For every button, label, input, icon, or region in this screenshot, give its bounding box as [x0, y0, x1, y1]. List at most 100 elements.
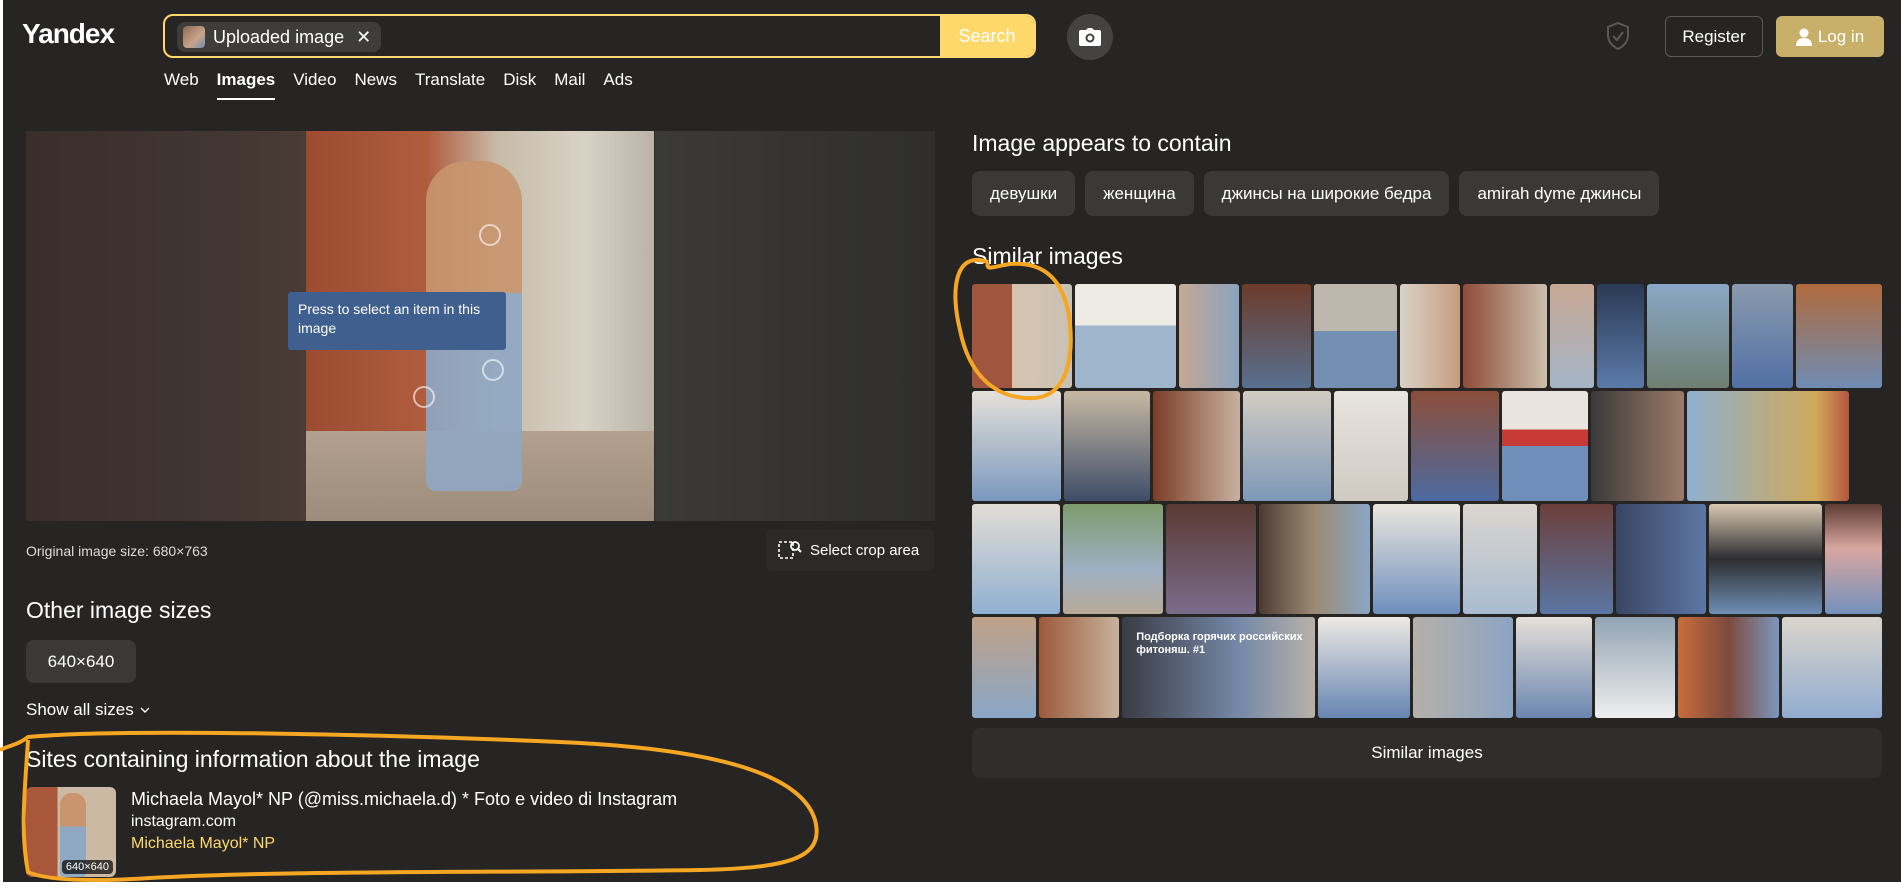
crop-label: Select crop area: [810, 541, 920, 559]
show-all-label: Show all sizes: [26, 700, 134, 719]
tag-pill[interactable]: джинсы на широкие бедра: [1203, 171, 1450, 216]
similar-image-thumb[interactable]: [1038, 617, 1120, 718]
similar-image-thumb[interactable]: [1075, 284, 1177, 388]
sites-heading: Sites containing information about the i…: [26, 746, 480, 772]
login-button[interactable]: Log in: [1776, 16, 1884, 57]
other-sizes-heading: Other image sizes: [26, 597, 212, 623]
grid-row: Подборка горячих российских фитоняш. #1: [972, 617, 1883, 718]
similar-image-thumb[interactable]: [1502, 391, 1588, 501]
image-contains-heading: Image appears to contain: [972, 130, 1232, 156]
crop-select-icon: [778, 541, 802, 559]
site-thumbnail[interactable]: 640×640: [26, 787, 116, 877]
show-all-sizes-link[interactable]: Show all sizes: [26, 700, 150, 720]
tag-pill[interactable]: женщина: [1085, 171, 1194, 216]
tab-video[interactable]: Video: [293, 70, 336, 100]
similar-image-thumb[interactable]: [1400, 284, 1460, 388]
preview-blur-left: [26, 131, 306, 521]
tag-pill[interactable]: amirah dyme джинсы: [1459, 171, 1660, 216]
similar-image-thumb[interactable]: [1549, 284, 1594, 388]
similar-image-thumb[interactable]: [1412, 617, 1514, 718]
similar-image-thumb[interactable]: Подборка горячих российских фитоняш. #1: [1122, 617, 1316, 718]
similar-image-thumb[interactable]: [1314, 284, 1398, 388]
register-button[interactable]: Register: [1665, 16, 1763, 57]
thumb-size-badge: 640×640: [61, 860, 113, 874]
similar-image-thumb[interactable]: [1334, 391, 1408, 501]
tab-disk[interactable]: Disk: [503, 70, 536, 100]
site-result-subtitle: Michaela Mayol* NP: [131, 835, 276, 852]
thumb-caption: Подборка горячих российских фитоняш. #1: [1136, 631, 1303, 656]
grid-row: [972, 504, 1882, 614]
similar-image-thumb[interactable]: [1616, 504, 1706, 614]
similar-image-thumb[interactable]: [1732, 284, 1793, 388]
similar-image-thumb[interactable]: [1318, 617, 1410, 718]
tab-web[interactable]: Web: [164, 70, 199, 100]
tab-ads[interactable]: Ads: [603, 70, 632, 100]
original-image-size: Original image size: 680×763: [26, 543, 208, 559]
tab-mail[interactable]: Mail: [554, 70, 585, 100]
site-result-domain[interactable]: instagram.com: [131, 813, 236, 831]
similar-image-thumb[interactable]: [1596, 284, 1645, 388]
camera-icon: [1079, 28, 1101, 46]
similar-image-thumb[interactable]: [1462, 284, 1547, 388]
chevron-down-icon: [140, 707, 150, 713]
tag-list: девушки женщина джинсы на широкие бедра …: [972, 171, 1660, 216]
similar-image-thumb[interactable]: [972, 284, 1073, 388]
select-crop-area-button[interactable]: Select crop area: [766, 529, 934, 571]
similar-image-thumb[interactable]: [972, 504, 1060, 614]
similar-images-grid: Подборка горячих российских фитоняш. #1: [972, 284, 1883, 721]
similar-image-thumb[interactable]: [1516, 617, 1592, 718]
similar-image-thumb[interactable]: [1591, 391, 1684, 501]
yandex-images-page: Yandex Uploaded image ✕ Search Register …: [3, 0, 1901, 882]
login-label: Log in: [1817, 26, 1865, 46]
shield-icon[interactable]: [1606, 22, 1630, 50]
object-hotspot[interactable]: [413, 386, 435, 408]
grid-row: [972, 391, 1882, 501]
similar-image-thumb[interactable]: [1708, 504, 1823, 614]
similar-image-thumb[interactable]: [1678, 617, 1779, 718]
similar-image-thumb[interactable]: [1539, 504, 1614, 614]
similar-image-thumb[interactable]: [1795, 284, 1883, 388]
service-tabs: Web Images Video News Translate Disk Mai…: [164, 70, 633, 100]
similar-image-thumb[interactable]: [1259, 504, 1370, 614]
size-option[interactable]: 640×640: [26, 640, 136, 683]
preview-blur-right: [655, 131, 935, 521]
similar-image-thumb[interactable]: [1179, 284, 1239, 388]
similar-image-thumb[interactable]: [1243, 391, 1331, 501]
similar-images-button[interactable]: Similar images: [972, 728, 1882, 778]
tab-news[interactable]: News: [354, 70, 397, 100]
similar-image-thumb[interactable]: [972, 391, 1061, 501]
yandex-logo[interactable]: Yandex: [22, 18, 115, 50]
similar-image-thumb[interactable]: [1062, 504, 1163, 614]
similar-image-thumb[interactable]: [1165, 504, 1257, 614]
close-icon[interactable]: ✕: [356, 27, 371, 48]
similar-image-thumb[interactable]: [1647, 284, 1730, 388]
similar-image-thumb[interactable]: [1594, 617, 1676, 718]
search-bar[interactable]: Uploaded image ✕ Search: [163, 14, 1036, 58]
object-hotspot[interactable]: [482, 359, 504, 381]
camera-search-button[interactable]: [1067, 14, 1113, 60]
similar-image-thumb[interactable]: [972, 617, 1036, 718]
tab-images[interactable]: Images: [216, 70, 276, 100]
similar-image-thumb[interactable]: [1241, 284, 1311, 388]
similar-image-thumb[interactable]: [1153, 391, 1240, 501]
uploaded-image-thumbnail: [183, 26, 205, 48]
similar-images-heading: Similar images: [972, 243, 1123, 269]
similar-image-thumb[interactable]: [1687, 391, 1849, 501]
similar-image-thumb[interactable]: [1463, 504, 1537, 614]
chip-label: Uploaded image: [213, 26, 345, 47]
similar-image-thumb[interactable]: [1781, 617, 1883, 718]
uploaded-image-chip[interactable]: Uploaded image ✕: [177, 22, 382, 52]
user-icon: [1795, 28, 1812, 46]
similar-image-thumb[interactable]: [1064, 391, 1150, 501]
site-result-title[interactable]: Michaela Mayol* NP (@miss.michaela.d) * …: [131, 789, 677, 810]
similar-image-thumb[interactable]: [1372, 504, 1461, 614]
image-preview[interactable]: Press to select an item in this image: [26, 131, 935, 521]
similar-image-thumb[interactable]: [1825, 504, 1882, 614]
search-button[interactable]: Search: [940, 16, 1034, 56]
grid-row: [972, 284, 1883, 388]
similar-image-thumb[interactable]: [1411, 391, 1499, 501]
tag-pill[interactable]: девушки: [972, 171, 1076, 216]
tab-translate[interactable]: Translate: [415, 70, 485, 100]
object-hotspot[interactable]: [479, 224, 501, 246]
select-item-tooltip: Press to select an item in this image: [288, 292, 506, 350]
